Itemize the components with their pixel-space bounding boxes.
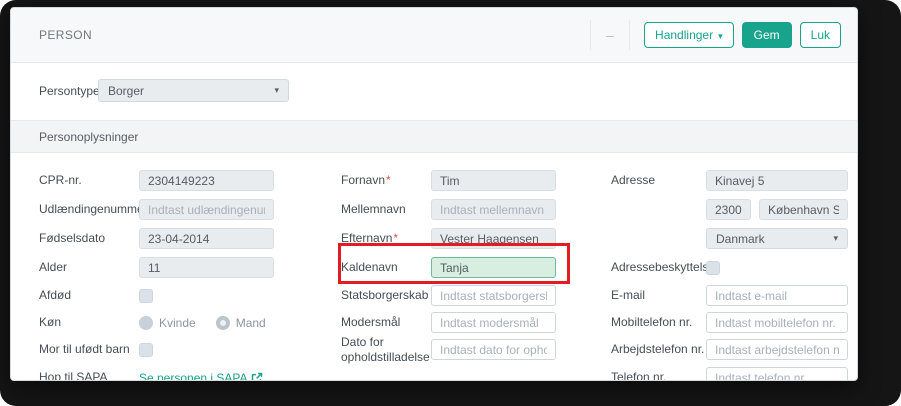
section-header: Personoplysninger — [11, 120, 857, 153]
mobiltelefon-label: Mobiltelefon nr. — [611, 315, 693, 329]
telefon-label: Telefon nr. — [611, 370, 667, 381]
field-kaldenavn: Kaldenavn — [341, 257, 556, 278]
field-mor-til-ufoedt-barn: Mor til ufødt barn — [39, 339, 153, 360]
hop-til-sapa-label: Hop til SAPA — [39, 370, 108, 381]
adresse-label: Adresse — [611, 173, 656, 187]
field-mobiltelefon: Mobiltelefon nr. — [611, 312, 848, 333]
koen-label: Køn — [39, 315, 62, 329]
adressebeskyttelse-label: Adressebeskyttelse — [611, 260, 716, 274]
land-select[interactable]: Danmark ▾ — [706, 228, 848, 249]
field-statsborgerskab: Statsborgerskab — [341, 285, 556, 306]
alder-input[interactable] — [139, 257, 274, 278]
koen-kvinde-radio[interactable] — [139, 315, 153, 330]
field-cpr: CPR-nr. — [39, 170, 274, 191]
field-telefon: Telefon nr. — [611, 367, 848, 381]
chevron-down-icon: ▾ — [833, 233, 838, 243]
kaldenavn-label: Kaldenavn — [341, 260, 398, 274]
field-mellemnavn: Mellemnavn — [341, 199, 556, 220]
toolbar-divider — [590, 20, 592, 50]
field-arbejdstelefon: Arbejdstelefon nr. — [611, 339, 848, 360]
chevron-down-icon: ▾ — [718, 31, 723, 41]
dato-for-opholdstilladelse-input[interactable] — [431, 339, 556, 360]
email-input[interactable] — [706, 285, 848, 306]
koen-kvinde-label: Kvinde — [159, 315, 196, 330]
window-title: PERSON — [39, 28, 93, 42]
land-value: Danmark — [716, 231, 765, 246]
field-afdoed: Afdød — [39, 285, 153, 306]
efternavn-label: Efternavn* — [341, 231, 399, 245]
gem-button[interactable]: Gem — [741, 22, 792, 48]
modersmaal-input[interactable] — [431, 312, 556, 333]
field-postnr-by — [611, 199, 848, 220]
handlinger-label: Handlinger — [655, 28, 714, 42]
cpr-input[interactable] — [139, 170, 274, 191]
title-bar: PERSON – Handlinger ▾ Gem Luk — [11, 8, 857, 63]
minimize-button[interactable]: – — [597, 24, 623, 46]
mobiltelefon-input[interactable] — [706, 312, 848, 333]
toolbar-divider — [629, 20, 631, 50]
dark-backdrop: PERSON – Handlinger ▾ Gem Luk Persontype … — [0, 0, 901, 406]
dato-for-opholdstilladelse-label: Dato for opholdstilladelse — [341, 334, 430, 364]
field-efternavn: Efternavn* — [341, 228, 556, 249]
persontype-select[interactable]: Borger ▾ — [98, 79, 289, 102]
fornavn-label: Fornavn* — [341, 173, 391, 187]
afdoed-label: Afdød — [39, 288, 72, 302]
external-link-icon — [251, 372, 262, 380]
arbejdstelefon-label: Arbejdstelefon nr. — [611, 342, 705, 356]
field-koen: Køn Kvinde Mand — [39, 312, 280, 333]
field-fornavn: Fornavn* — [341, 170, 556, 191]
field-dato-for-opholdstilladelse: Dato for opholdstilladelse — [341, 335, 556, 364]
field-adresse: Adresse — [611, 170, 848, 191]
udlaendingenummer-label: Udlændingenummer — [39, 202, 148, 216]
kaldenavn-input[interactable] — [431, 257, 556, 278]
sapa-link-text: Se personen i SAPA — [139, 370, 248, 381]
field-udlaendingenummer: Udlændingenummer — [39, 199, 274, 220]
field-hop-til-sapa: Hop til SAPA Se personen i SAPA — [39, 367, 263, 381]
field-adressebeskyttelse: Adressebeskyttelse — [611, 257, 720, 278]
statsborgerskab-input[interactable] — [431, 285, 556, 306]
fornavn-input[interactable] — [431, 170, 556, 191]
statsborgerskab-label: Statsborgerskab — [341, 288, 429, 302]
persontype-label: Persontype — [39, 84, 100, 98]
foedselsdato-input[interactable] — [139, 228, 274, 249]
required-asterisk: * — [393, 231, 399, 245]
field-alder: Alder — [39, 257, 274, 278]
udlaendingenummer-input[interactable] — [139, 199, 274, 220]
person-window: PERSON – Handlinger ▾ Gem Luk Persontype … — [10, 7, 858, 381]
koen-mand-label: Mand — [235, 315, 266, 330]
efternavn-input[interactable] — [431, 228, 556, 249]
luk-button[interactable]: Luk — [799, 22, 841, 48]
foedselsdato-label: Fødselsdato — [39, 231, 106, 245]
chevron-down-icon: ▾ — [274, 85, 279, 95]
mellemnavn-label: Mellemnavn — [341, 202, 406, 216]
required-asterisk: * — [386, 173, 391, 187]
mellemnavn-input[interactable] — [431, 199, 556, 220]
field-land: Danmark ▾ — [611, 228, 848, 249]
postnr-input[interactable] — [706, 199, 751, 220]
arbejdstelefon-input[interactable] — [706, 339, 848, 360]
modersmaal-label: Modersmål — [341, 315, 401, 329]
adressebeskyttelse-checkbox[interactable] — [706, 260, 720, 275]
sapa-link[interactable]: Se personen i SAPA — [139, 370, 263, 381]
cpr-label: CPR-nr. — [39, 173, 82, 187]
field-foedselsdato: Fødselsdato — [39, 228, 274, 249]
mor-til-ufoedt-barn-label: Mor til ufødt barn — [39, 342, 130, 356]
by-input[interactable] — [759, 199, 848, 220]
handlinger-button[interactable]: Handlinger ▾ — [644, 22, 734, 48]
afdoed-checkbox[interactable] — [139, 288, 153, 303]
persontype-value: Borger — [108, 83, 145, 98]
adresse-input[interactable] — [706, 170, 848, 191]
section-title: Personoplysninger — [39, 129, 139, 144]
telefon-input[interactable] — [706, 367, 848, 380]
field-email: E-mail — [611, 285, 848, 306]
email-label: E-mail — [611, 288, 646, 302]
field-modersmaal: Modersmål — [341, 312, 556, 333]
koen-mand-radio[interactable] — [215, 315, 230, 330]
mor-til-ufoedt-barn-checkbox[interactable] — [139, 342, 153, 357]
alder-label: Alder — [39, 260, 68, 274]
